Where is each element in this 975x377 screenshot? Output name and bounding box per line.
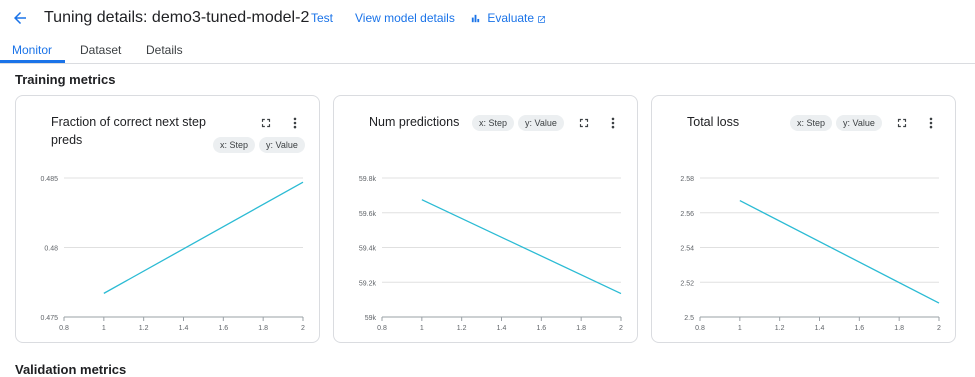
open-in-new-icon — [538, 16, 546, 23]
y-tick-label: 2.54 — [680, 246, 694, 253]
x-tick-label: 1.2 — [139, 325, 149, 332]
metric-card: Num predictions x: Step y: Value 59k 59.2… — [333, 95, 638, 343]
page-title: Tuning details: demo3-tuned-model-2 — [44, 9, 310, 26]
series-line — [739, 200, 940, 304]
x-tick-label: 0.8 — [59, 325, 69, 332]
x-tick-label: 1.4 — [815, 325, 825, 332]
x-tick-label: 0.8 — [695, 325, 705, 332]
top-bar: Tuning details: demo3-tuned-model-2 Test… — [0, 0, 975, 36]
x-tick-label: 2 — [937, 325, 941, 332]
line-chart: 2.5 2.52 2.54 2.56 2.58 0.8 1 1.2 1.4 1.6 1.8 2 — [680, 176, 941, 332]
x-tick-label: 1 — [738, 325, 742, 332]
x-tick-label: 1.2 — [775, 325, 785, 332]
metric-card: Fraction of correct next step preds x: S… — [15, 95, 320, 343]
arrow-back-icon[interactable] — [11, 9, 29, 27]
y-tick-label: 2.58 — [680, 176, 694, 183]
y-tick-label: 0.485 — [40, 176, 58, 183]
y-tick-label: 2.5 — [684, 315, 694, 322]
x-tick-label: 2 — [619, 325, 623, 332]
x-tick-label: 1.4 — [179, 325, 189, 332]
y-tick-label: 0.475 — [40, 315, 58, 322]
y-tick-label: 59.8k — [359, 176, 377, 183]
tab-dataset[interactable]: Dataset — [80, 43, 121, 57]
x-tick-label: 1 — [102, 325, 106, 332]
y-tick-label: 2.56 — [680, 211, 694, 218]
evaluate-link[interactable]: Evaluate — [470, 11, 546, 25]
x-tick-label: 1.6 — [218, 325, 228, 332]
x-tick-label: 1.2 — [457, 325, 467, 332]
x-tick-label: 1.6 — [854, 325, 864, 332]
line-chart: 59k 59.2k 59.4k 59.6k 59.8k 0.8 1 1.2 1.4 1.6 1.8 2 — [359, 176, 623, 332]
tab-details[interactable]: Details — [146, 43, 183, 57]
active-tab-indicator — [0, 60, 65, 63]
view-model-details-link[interactable]: View model details — [355, 11, 455, 25]
x-tick-label: 1 — [420, 325, 424, 332]
evaluate-label: Evaluate — [487, 11, 535, 25]
test-link[interactable]: Test — [311, 11, 333, 25]
x-tick-label: 1.8 — [894, 325, 904, 332]
series-line — [421, 199, 622, 295]
series-line — [103, 181, 304, 294]
metric-card: Total loss x: Step y: Value 2.5 2.52 2.54 2… — [651, 95, 956, 343]
y-tick-label: 59.2k — [359, 280, 377, 287]
x-tick-label: 0.8 — [377, 325, 387, 332]
x-tick-label: 2 — [301, 325, 305, 332]
x-tick-label: 1.6 — [536, 325, 546, 332]
bar-chart-icon — [471, 14, 480, 23]
training-metrics-heading: Training metrics — [15, 72, 116, 87]
y-tick-label: 0.48 — [44, 246, 58, 253]
y-tick-label: 59k — [365, 315, 377, 322]
x-tick-label: 1.8 — [576, 325, 586, 332]
y-tick-label: 2.52 — [680, 280, 694, 287]
x-tick-label: 1.8 — [258, 325, 268, 332]
line-chart: 0.475 0.48 0.485 0.8 1 1.2 1.4 1.6 1.8 2 — [40, 176, 305, 332]
y-tick-label: 59.4k — [359, 246, 377, 253]
x-tick-label: 1.4 — [497, 325, 507, 332]
tab-monitor[interactable]: Monitor — [12, 43, 52, 57]
y-tick-label: 59.6k — [359, 211, 377, 218]
tab-bar: Monitor Dataset Details — [0, 36, 975, 64]
